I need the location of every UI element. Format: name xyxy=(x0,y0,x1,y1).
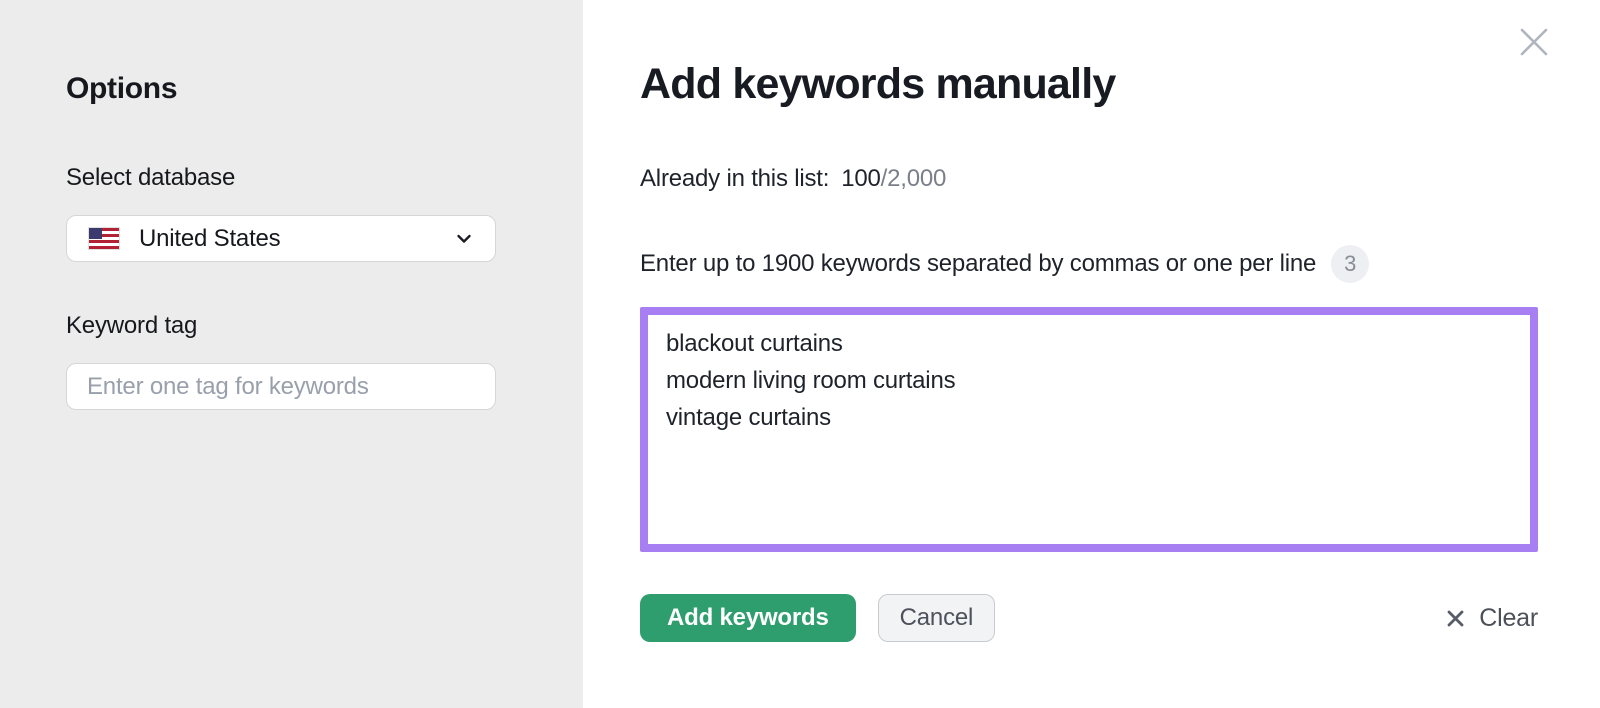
modal-title: Add keywords manually xyxy=(640,60,1116,108)
sidebar-title: Options xyxy=(66,72,178,105)
us-flag-icon xyxy=(88,227,120,250)
clear-x-icon xyxy=(1445,608,1466,629)
add-keywords-button[interactable]: Add keywords xyxy=(640,594,856,642)
cancel-button[interactable]: Cancel xyxy=(877,594,996,642)
database-select[interactable]: United States xyxy=(66,215,496,262)
select-database-label: Select database xyxy=(66,164,236,191)
close-icon xyxy=(1516,24,1552,60)
instruction-row: Enter up to 1900 keywords separated by c… xyxy=(640,245,1600,283)
keyword-tag-input[interactable] xyxy=(66,363,496,410)
already-in-list-label: Already in this list: xyxy=(640,165,830,192)
instruction-text: Enter up to 1900 keywords separated by c… xyxy=(640,250,1317,277)
already-in-list-row: Already in this list: 100/2,000 xyxy=(640,165,1600,193)
keyword-count-badge: 3 xyxy=(1331,245,1370,283)
keyword-tag-label: Keyword tag xyxy=(66,312,198,339)
clear-button[interactable]: Clear xyxy=(1445,604,1538,633)
keywords-textarea[interactable]: blackout curtains modern living room cur… xyxy=(640,307,1538,552)
add-keywords-modal: Options Select database United States Ke… xyxy=(0,0,1600,708)
already-count-current: 100 xyxy=(841,165,881,192)
already-count-total: /2,000 xyxy=(880,165,947,192)
chevron-down-icon xyxy=(453,228,475,250)
close-button[interactable] xyxy=(1514,22,1554,62)
clear-label: Clear xyxy=(1479,603,1538,632)
actions-row: Add keywords Cancel Clear xyxy=(640,594,1538,642)
options-sidebar: Options Select database United States Ke… xyxy=(0,0,583,708)
main-panel: Add keywords manually Already in this li… xyxy=(583,0,1600,708)
database-selected-value: United States xyxy=(139,224,281,252)
